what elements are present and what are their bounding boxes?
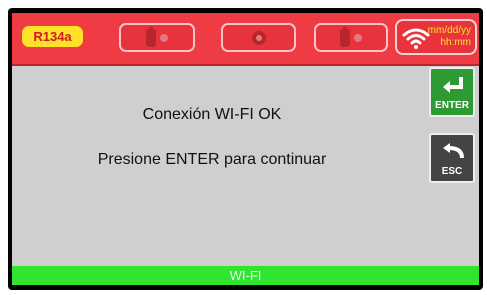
vacuum-button[interactable]	[221, 23, 296, 52]
back-arrow-icon	[443, 143, 464, 159]
date-text: mm/dd/yy	[427, 25, 471, 36]
esc-button[interactable]: ESC	[429, 133, 475, 183]
refrigerant-badge: R134a	[22, 26, 83, 47]
screen: R134a mm/dd/yy hh:mm Conexión WI-FI OK P…	[12, 13, 479, 285]
recover-button[interactable]	[119, 23, 195, 52]
enter-arrow-icon	[443, 77, 463, 93]
esc-label: ESC	[441, 166, 463, 177]
wifi-icon	[402, 28, 430, 49]
message-line-1: Conexión WI-FI OK	[142, 106, 282, 123]
recover-icon	[146, 26, 168, 47]
datetime: mm/dd/yy hh:mm	[428, 25, 471, 49]
top-bar: R134a mm/dd/yy hh:mm	[12, 13, 479, 66]
vacuum-icon	[251, 30, 266, 45]
enter-button[interactable]: ENTER	[429, 67, 475, 117]
message-line-2: Presione ENTER para continuar	[97, 151, 327, 168]
status-bar: WI-FI	[12, 266, 479, 285]
wifi-status[interactable]: mm/dd/yy hh:mm	[395, 19, 477, 55]
time-text: hh:mm	[440, 37, 471, 48]
charge-button[interactable]	[314, 23, 388, 52]
enter-label: ENTER	[435, 100, 469, 111]
charge-icon	[340, 26, 362, 47]
